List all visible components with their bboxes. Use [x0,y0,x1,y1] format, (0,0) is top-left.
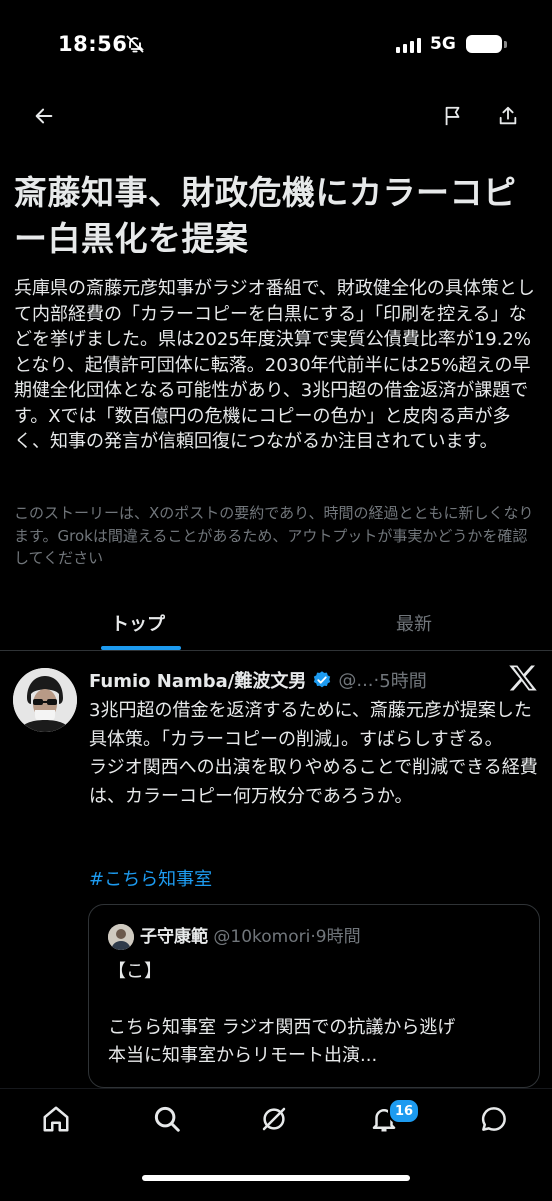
quote-handle: @10komori [213,927,311,947]
story-disclaimer: このストーリーは、Xのポストの要約であり、時間の経過とともに新しくなります。Gr… [14,504,534,567]
quote-author: 子守康範 [140,927,208,947]
verified-badge-icon [312,670,332,690]
status-time: 18:56 [58,32,128,56]
post-header: Fumio Namba/難波文男 @... · 5時間 [89,667,489,693]
home-indicator [142,1175,410,1181]
search-icon[interactable] [145,1097,189,1141]
messages-icon[interactable] [472,1097,516,1141]
share-icon[interactable] [488,96,528,136]
network-label: 5G [430,34,456,54]
story-summary: 兵庫県の斎藤元彦知事がラジオ番組で、財政健全化の具体策として内部経費の「カラーコ… [14,278,535,452]
post-body: 3兆円超の借金を返済するために、斎藤元彦が提案した具体策。「カラーコピーの削減」… [89,700,538,807]
tab-latest[interactable]: 最新 [276,596,552,650]
post-time[interactable]: 5時間 [379,667,426,693]
tab-top[interactable]: トップ [0,596,276,650]
grok-icon[interactable] [252,1097,296,1141]
tabs-divider [0,650,552,651]
home-icon[interactable] [34,1097,78,1141]
quote-header: 子守康範 @10komori·9時間 [140,925,361,949]
post-handle[interactable]: @... [338,670,373,691]
avatar[interactable] [13,668,77,732]
back-arrow-icon[interactable] [24,96,64,136]
notification-badge: 16 [388,1098,420,1124]
quote-body: 【こ】 こちら知事室 ラジオ関西での抗議から逃げ 本当に知事室からリモート出演.… [108,961,456,1066]
bell-slash-icon [125,34,145,58]
post-author[interactable]: Fumio Namba/難波文男 [89,667,306,693]
signal-icon [396,38,421,53]
x-logo-icon [508,664,538,696]
quote-time: 9時間 [315,927,361,947]
post-hashtag[interactable]: #こちら知事室 [89,866,212,894]
battery-tip [504,41,507,48]
battery-icon [466,35,502,53]
quote-avatar [108,924,134,950]
story-title: 斎藤知事、財政危機にカラーコピー白黒化を提案 [14,173,517,258]
flag-icon[interactable] [433,96,473,136]
